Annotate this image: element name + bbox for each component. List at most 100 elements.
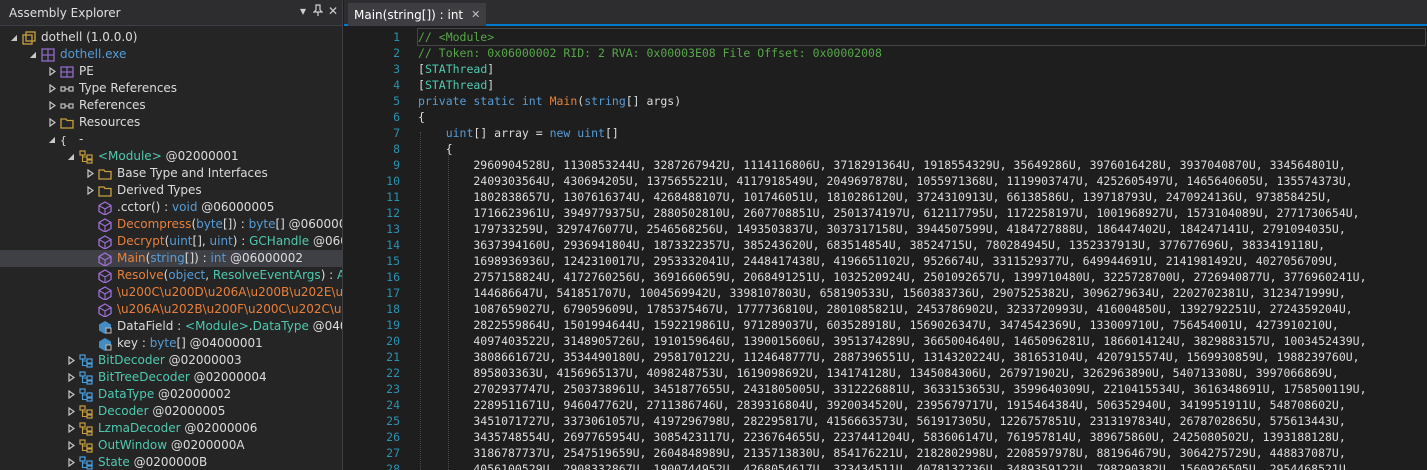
tab-bar: Main(string[]) : int ✕: [344, 0, 1427, 26]
tree-node[interactable]: DataType @02000002: [0, 386, 342, 403]
tree-label-part: @02000005: [148, 404, 226, 418]
code-token: uint: [577, 126, 605, 140]
tree-node[interactable]: OutWindow @0200000A: [0, 437, 342, 454]
tree-node[interactable]: LzmaDecoder @02000006: [0, 420, 342, 437]
tree-node[interactable]: \u200C\u200D\u206A\u200B\u202E\u206E: [0, 284, 342, 301]
code-token: 1087659027U, 679059609U, 1785375467U, 17…: [418, 302, 1353, 316]
tree-label-part: Decrypt: [117, 234, 165, 248]
collapse-arrow-icon[interactable]: [66, 369, 76, 386]
code-line: 1716623961U, 3949779375U, 2880502810U, 2…: [418, 205, 1359, 221]
code-token: 2960904528U, 1130853244U, 3287267942U, 1…: [418, 158, 1346, 172]
collapse-arrow-icon[interactable]: [47, 114, 57, 131]
expand-arrow-icon[interactable]: ◢: [28, 46, 38, 63]
tree-node[interactable]: BitTreeDecoder @02000004: [0, 369, 342, 386]
tree-label-part: byte: [196, 217, 223, 231]
tree-node[interactable]: ◢ dothell (1.0.0.0): [0, 29, 342, 46]
tree-node[interactable]: Main(string[]) : int @06000002: [0, 250, 342, 267]
code-view[interactable]: 1 2 3 4 5 6 7 8 9 10 11 12 13 14 15 16 17 18 19 20 21 22 23 24 2…: [344, 28, 1427, 470]
expand-arrow-icon[interactable]: ◢: [47, 131, 57, 148]
tree-node-label: References: [79, 97, 146, 114]
tree-label-part: Type References: [79, 81, 178, 95]
tree-node-label: key : byte[] @04000001: [117, 335, 263, 352]
line-number: 1: [393, 30, 400, 44]
collapse-arrow-icon[interactable]: [47, 97, 57, 114]
collapse-arrow-icon[interactable]: [85, 165, 95, 182]
panel-title-bar: Assembly Explorer ▾ ✕: [0, 0, 342, 26]
method-icon: [97, 200, 113, 216]
collapse-arrow-icon[interactable]: [66, 420, 76, 437]
collapse-arrow-icon[interactable]: [66, 403, 76, 420]
assembly-icon: [21, 30, 37, 46]
panel-close-icon[interactable]: ✕: [326, 4, 340, 18]
expand-arrow-icon[interactable]: ◢: [66, 148, 76, 165]
code-line: 3186787737U, 2547519659U, 2604848989U, 2…: [418, 445, 1345, 461]
tree-label-part: void: [172, 200, 198, 214]
tree-node[interactable]: Type References: [0, 80, 342, 97]
code-line: 3435748554U, 2697765954U, 3085423117U, 2…: [418, 429, 1345, 445]
line-number: 24: [386, 398, 400, 412]
code-line: {: [418, 109, 425, 125]
code-token: 1698936936U, 1242310017U, 2953332041U, 2…: [418, 254, 1339, 268]
line-number: 20: [386, 334, 400, 348]
class-icon: [78, 404, 94, 420]
tree-node-label: Decrypt(uint[], uint) : GCHandle @060000…: [117, 233, 342, 250]
tree-label-part: \u206A\u202B\u200F\u200C\u202C\u206E: [117, 302, 342, 316]
tree-node-label: Resources: [79, 114, 140, 131]
tree-label-part: uint: [209, 234, 233, 248]
panel-dropdown-icon[interactable]: ▾: [296, 4, 310, 18]
collapse-arrow-icon[interactable]: [66, 386, 76, 403]
tree-node[interactable]: Decompress(byte[]) : byte[] @06000004: [0, 216, 342, 233]
line-number: 10: [386, 174, 400, 188]
tree-node-label: <Module> @02000001: [98, 148, 239, 165]
tree-node[interactable]: State @0200000B: [0, 454, 342, 470]
code-token: 179733259U, 3297476077U, 2546568256U, 14…: [418, 222, 1346, 236]
tree-label-part: ,: [205, 268, 213, 282]
collapse-arrow-icon[interactable]: [66, 437, 76, 454]
tree-node[interactable]: DataField : <Module>.DataType @0400000: [0, 318, 342, 335]
tree-node[interactable]: PE: [0, 63, 342, 80]
tree-node[interactable]: Derived Types: [0, 182, 342, 199]
tab-main[interactable]: Main(string[]) : int ✕: [348, 3, 487, 26]
tree-label-part: Decompress: [117, 217, 192, 231]
tree-label-part: @06000002: [226, 251, 304, 265]
line-number: 15: [386, 254, 400, 268]
tree-node[interactable]: References: [0, 97, 342, 114]
tree-node[interactable]: Resolve(object, ResolveEventArgs) : Asse…: [0, 267, 342, 284]
code-line: 2409303564U, 430694205U, 1375655221U, 41…: [418, 173, 1352, 189]
tree-node[interactable]: BitDecoder @02000003: [0, 352, 342, 369]
collapse-arrow-icon[interactable]: [66, 352, 76, 369]
line-number: 7: [393, 126, 400, 140]
code-token: 3451071727U, 3373061057U, 4197296798U, 2…: [418, 414, 1346, 428]
type-references-icon: [59, 81, 75, 97]
tree-node[interactable]: .cctor() : void @06000005: [0, 199, 342, 216]
tree-node[interactable]: ◢ dothell.exe: [0, 46, 342, 63]
tree-node[interactable]: Base Type and Interfaces: [0, 165, 342, 182]
tab-close-icon[interactable]: ✕: [471, 8, 480, 21]
expand-arrow-icon[interactable]: ◢: [9, 29, 19, 46]
code-token: string: [584, 94, 626, 108]
tree-label-part: GCHandle: [249, 234, 310, 248]
code-line: // <Module>: [417, 28, 1426, 46]
collapse-arrow-icon[interactable]: [47, 63, 57, 80]
code-line: 2289511671U, 946047762U, 2711386746U, 28…: [418, 397, 1345, 413]
tree-node[interactable]: ◢{ }-: [0, 131, 342, 148]
tree-node[interactable]: key : byte[] @04000001: [0, 335, 342, 352]
tree-node-label: dothell (1.0.0.0): [41, 29, 138, 46]
pin-icon[interactable]: [311, 4, 325, 19]
line-number: 9: [393, 158, 400, 172]
code-token: 3637394160U, 2936941804U, 1873322357U, 3…: [418, 238, 1325, 252]
tree-label-part: :: [173, 319, 186, 333]
line-number: 26: [386, 430, 400, 444]
tree-node[interactable]: Resources: [0, 114, 342, 131]
collapse-arrow-icon[interactable]: [47, 80, 57, 97]
tree-node[interactable]: \u206A\u202B\u200F\u200C\u202C\u206E: [0, 301, 342, 318]
method-icon: [97, 251, 113, 267]
collapse-arrow-icon[interactable]: [85, 182, 95, 199]
tree-node[interactable]: Decoder @02000005: [0, 403, 342, 420]
code-token: 2822559864U, 1501994644U, 1592219861U, 9…: [418, 318, 1339, 332]
tree-node[interactable]: Decrypt(uint[], uint) : GCHandle @060000…: [0, 233, 342, 250]
collapse-arrow-icon[interactable]: [66, 454, 76, 470]
tree-node[interactable]: ◢ <Module> @02000001: [0, 148, 342, 165]
